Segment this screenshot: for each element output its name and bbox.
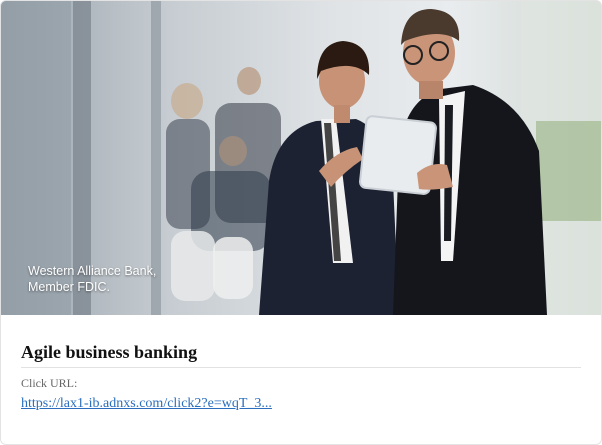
caption-line-1: Western Alliance Bank, [28, 264, 157, 278]
click-url-link[interactable]: https://lax1-ib.adnxs.com/click2?e=wqT_3… [21, 395, 581, 413]
caption-line-2: Member FDIC. [28, 280, 110, 294]
click-url-label: Click URL: [21, 376, 78, 390]
image-caption: Western Alliance Bank, Member FDIC. [28, 263, 156, 295]
hero-image[interactable]: Western Alliance Bank, Member FDIC. [1, 1, 601, 315]
ad-title[interactable]: Agile business banking [21, 341, 581, 368]
ad-body: Agile business banking Click URL: https:… [21, 315, 581, 413]
ad-card: Western Alliance Bank, Member FDIC. Agil… [0, 0, 602, 445]
